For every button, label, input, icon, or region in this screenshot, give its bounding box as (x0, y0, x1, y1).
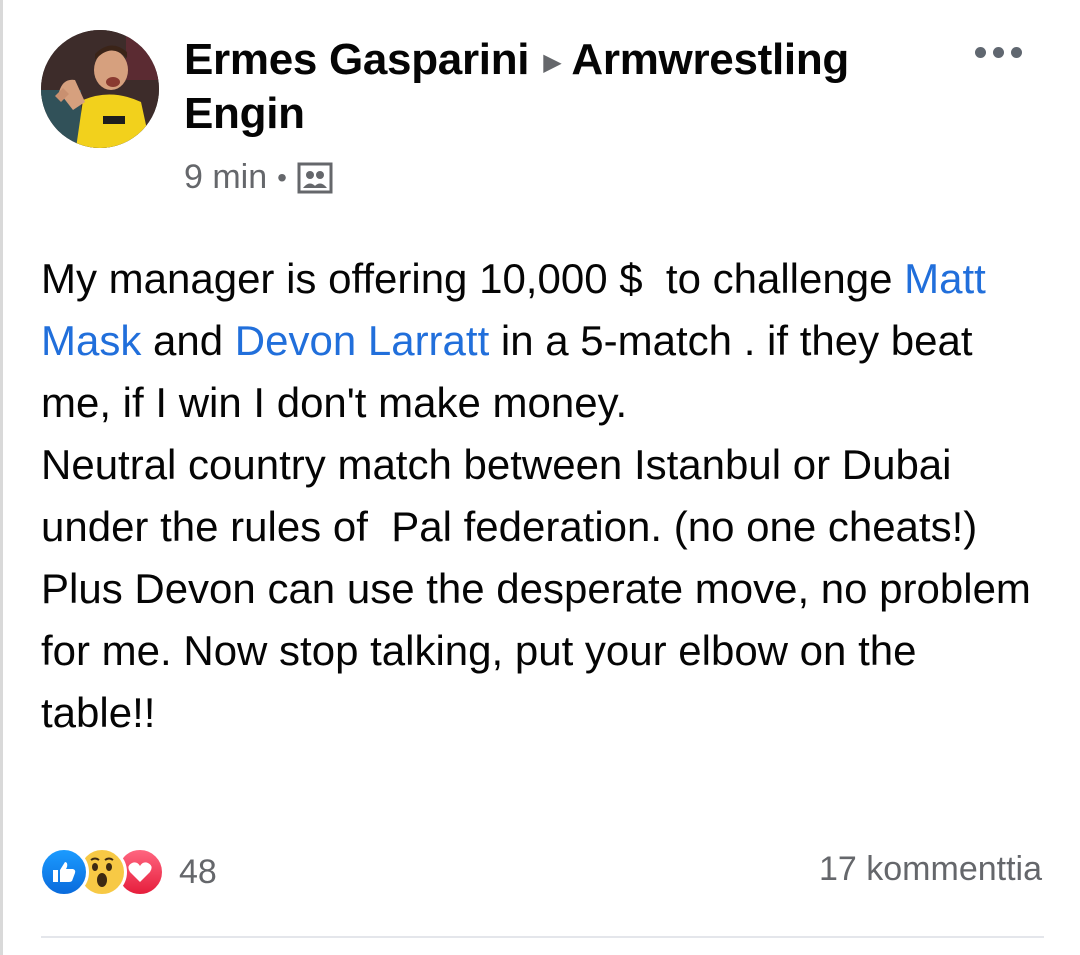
dot (992, 46, 1004, 58)
feed-post: Ermes Gasparini ▶ Armwrestling Engin 9 min… (0, 0, 1080, 955)
post-text-segment: in a 5-match . if they beat me, if I win… (41, 317, 1031, 736)
author-avatar[interactable] (41, 30, 159, 148)
dot (1010, 46, 1022, 58)
dot (974, 46, 986, 58)
group-audience-icon[interactable] (297, 161, 333, 195)
reactions-summary[interactable]: 48 (39, 847, 217, 897)
reaction-count: 48 (179, 852, 217, 891)
divider (41, 936, 1044, 938)
mention-link[interactable]: Devon Larratt (235, 317, 489, 364)
like-icon (39, 847, 89, 897)
post-timestamp[interactable]: 9 min (184, 158, 267, 197)
separator-dot: • (277, 161, 287, 193)
post-header-title: Ermes Gasparini ▶ Armwrestling Engin (184, 34, 944, 139)
comments-count-link[interactable]: 17 kommenttia (819, 850, 1042, 889)
post-text-segment: and (141, 317, 235, 364)
arrow-right-icon: ▶ (543, 49, 562, 76)
post-text-segment: My manager is offering 10,000 $ to chall… (41, 255, 905, 302)
post-body-text: My manager is offering 10,000 $ to chall… (41, 248, 1041, 744)
author-name[interactable]: Ermes Gasparini (184, 35, 530, 84)
post-meta: 9 min • (184, 158, 333, 197)
more-options-button[interactable] (968, 40, 1028, 64)
avatar-photo (41, 30, 159, 148)
